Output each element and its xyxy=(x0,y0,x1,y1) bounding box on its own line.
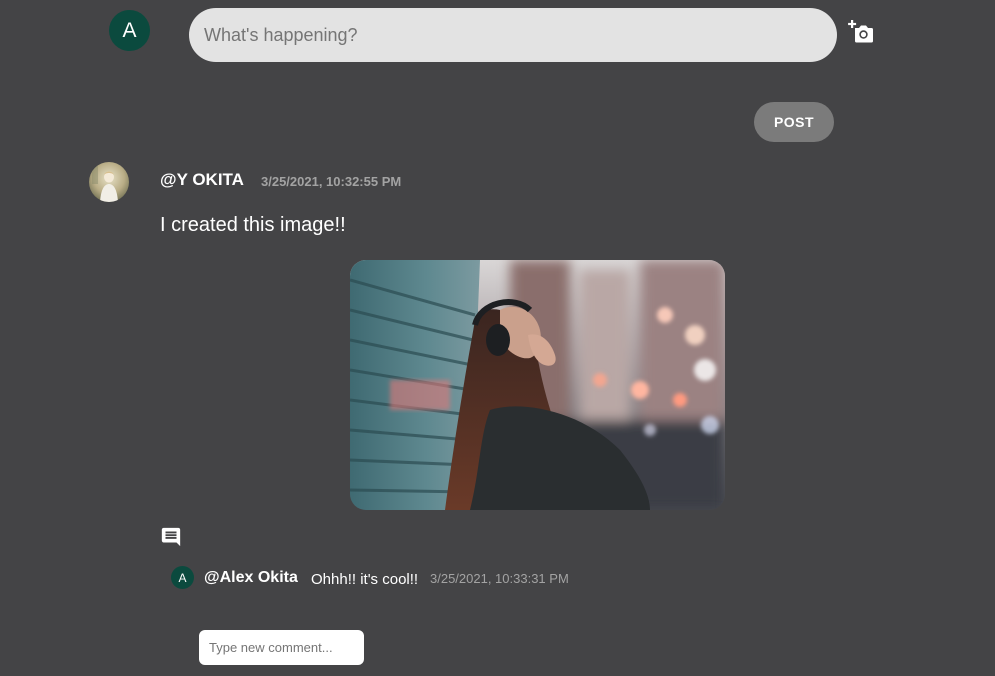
whats-happening-input[interactable] xyxy=(189,8,837,62)
post-timestamp: 3/25/2021, 10:32:55 PM xyxy=(261,174,402,189)
comment-timestamp: 3/25/2021, 10:33:31 PM xyxy=(430,571,569,586)
post-username[interactable]: @Y OKITA xyxy=(160,170,244,190)
comment-icon[interactable] xyxy=(160,526,182,548)
post-button[interactable]: POST xyxy=(754,102,834,142)
post-author-avatar[interactable] xyxy=(89,162,129,202)
page: A POST xyxy=(0,0,995,676)
comment-author-avatar[interactable]: A xyxy=(171,566,194,589)
new-comment-input[interactable] xyxy=(199,630,364,665)
add-photo-icon[interactable] xyxy=(848,20,874,44)
comment-username[interactable]: @Alex Okita xyxy=(204,569,298,587)
user-avatar[interactable]: A xyxy=(109,10,150,51)
post-image xyxy=(350,260,725,510)
post-text: I created this image!! xyxy=(160,214,346,236)
comment-text: Ohhh!! it's cool!! xyxy=(311,571,419,588)
